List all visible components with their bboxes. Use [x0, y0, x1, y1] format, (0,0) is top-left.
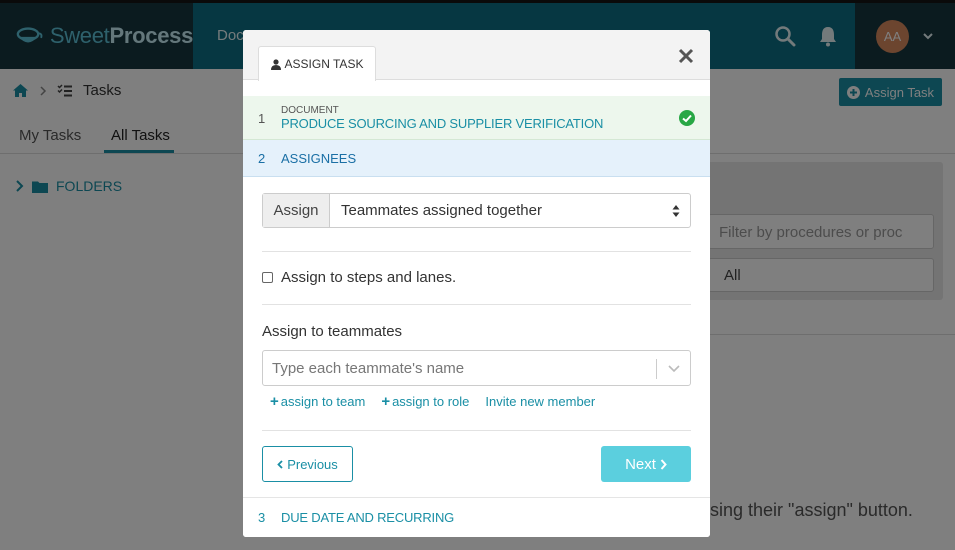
modal-tab-label: ASSIGN TASK [284, 57, 364, 71]
teammate-search-input[interactable]: Type each teammate's name [262, 350, 691, 386]
step-due-date[interactable]: 3 DUE DATE AND RECURRING [243, 497, 710, 537]
previous-button[interactable]: Previous [262, 446, 353, 482]
user-icon [270, 58, 281, 70]
assign-links: + assign to team + assign to role Invite n… [270, 393, 595, 410]
chevron-right-icon [660, 458, 667, 470]
check-circle-icon [679, 110, 695, 126]
assign-addon-label: Assign [263, 194, 330, 227]
tab-assign-task[interactable]: ASSIGN TASK [258, 46, 376, 81]
step-number: 3 [258, 510, 266, 525]
select-arrows-icon [672, 205, 680, 217]
step-title: DUE DATE AND RECURRING [281, 510, 455, 525]
step-subtitle: DOCUMENT [281, 105, 339, 116]
link-label: assign to team [280, 394, 366, 409]
checkbox[interactable] [262, 272, 273, 283]
plus-icon: + [270, 393, 279, 410]
plus-icon: + [381, 393, 391, 410]
close-icon[interactable] [677, 47, 695, 65]
input-separator [656, 359, 657, 379]
step-assignees[interactable]: 2 ASSIGNEES [243, 140, 710, 177]
assign-to-team-link[interactable]: + assign to team [270, 393, 365, 410]
next-button[interactable]: Next [601, 446, 691, 482]
link-label: assign to role [392, 394, 470, 409]
divider [262, 304, 691, 305]
assign-to-role-link[interactable]: + assign to role [381, 393, 469, 410]
assign-task-modal: ASSIGN TASK 1 DOCUMENT PRODUCE SOURCING … [243, 30, 710, 537]
divider [262, 430, 691, 431]
checkbox-label: Assign to steps and lanes. [281, 269, 457, 286]
previous-label: Previous [287, 456, 338, 472]
assign-mode-group: Assign Teammates assigned together [262, 193, 691, 228]
step-title: ASSIGNEES [281, 151, 357, 166]
assign-mode-value: Teammates assigned together [341, 202, 542, 219]
teammate-placeholder: Type each teammate's name [272, 360, 465, 377]
invite-member-link[interactable]: Invite new member [485, 393, 595, 410]
teammates-label: Assign to teammates [262, 323, 403, 340]
next-label: Next [625, 455, 656, 473]
step-title: PRODUCE SOURCING AND SUPPLIER VERIFICATI… [281, 116, 604, 131]
chevron-down-icon[interactable] [668, 364, 680, 373]
step-number: 2 [258, 151, 266, 166]
divider [262, 251, 691, 252]
step-number: 1 [258, 111, 266, 126]
assign-steps-lanes-checkbox[interactable]: Assign to steps and lanes. [262, 269, 456, 286]
step-document[interactable]: 1 DOCUMENT PRODUCE SOURCING AND SUPPLIER… [243, 96, 710, 140]
chevron-left-icon [277, 459, 283, 469]
modal-header: ASSIGN TASK [243, 30, 710, 81]
assign-mode-select[interactable]: Teammates assigned together [330, 194, 690, 227]
